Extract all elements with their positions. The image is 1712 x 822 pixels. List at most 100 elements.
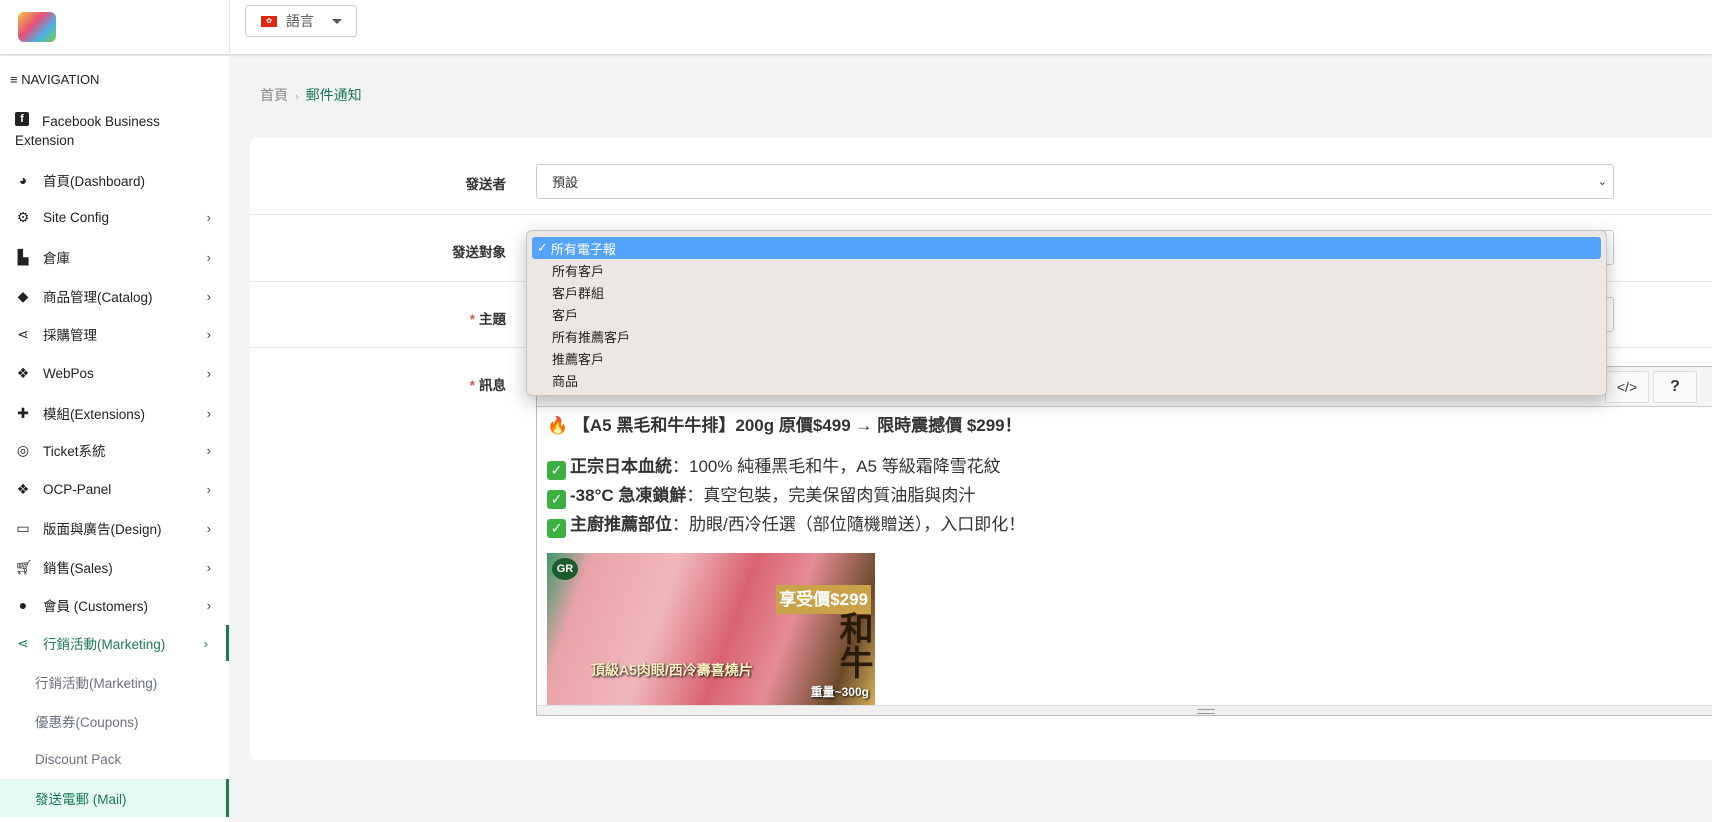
bullet: ✓ -38°C 急凍鎖鮮：真空包裝，完美保留肉質油脂與肉汁 [547,481,1712,510]
message-label-text: 訊息 [479,378,506,393]
sidebar-item-label: 採購管理 [43,328,97,343]
option-all-customers[interactable]: 所有客戶 [532,259,1601,281]
sidebar-item-sales[interactable]: 🛒︎ 銷售(Sales) › [0,549,229,585]
option-all-newsletter[interactable]: ✓ 所有電子報 [532,237,1601,259]
top-bar: ✿ 語言 [0,0,1712,55]
check-icon: ✓ [537,240,548,255]
bullet-text: ：100% 純種黑毛和牛，A5 等級霜降雪花紋 [672,457,1001,476]
breadcrumb-current: 郵件通知 [305,87,362,103]
chevron-right-icon: › [206,597,211,613]
breadcrumb: 首頁 › 郵件通知 [260,85,362,105]
sidebar-item-label: Site Config [43,209,110,225]
sidebar-item-marketing[interactable]: ⋖ 行銷活動(Marketing) › [0,625,229,661]
sidebar-subitem-coupons[interactable]: 優惠券(Coupons) [0,702,229,740]
sidebar-item-label: 版面與廣告(Design) [43,522,162,537]
sidebar-item-ocp-panel[interactable]: ❖ OCP-Panel › [0,471,229,507]
sidebar-item-site-config[interactable]: ⚙ Site Config › [0,199,229,235]
sidebar-item-warehouse[interactable]: ▙ 倉庫 › [0,239,229,275]
cubes-icon: ❖ [16,480,30,497]
sidebar-item-customers[interactable]: ● 會員 (Customers) › [0,587,229,623]
sender-label: 發送者 [465,177,507,192]
sidebar-item-label: 商品管理(Catalog) [43,290,153,305]
language-dropdown[interactable]: ✿ 語言 [245,5,357,37]
required-mark: * [469,312,475,327]
site-logo[interactable] [18,12,56,42]
sidebar-item-facebook[interactable]: f Facebook Business Extension [0,112,229,156]
bullet: ✓ 主廚推薦部位：肋眼/西冷任選（部位隨機贈送），入口即化！ [547,510,1712,539]
sender-select[interactable]: 預設 ⌄ [536,164,1614,199]
cubes-icon: ❖ [16,364,30,381]
gears-icon: ⚙ [16,208,30,225]
life-ring-icon: ◎ [16,441,30,458]
breadcrumb-home[interactable]: 首頁 [260,87,288,103]
form-row-sender: 發送者 預設 ⌄ [250,138,1712,215]
recipient-label: 發送對象 [452,245,506,260]
option-customer[interactable]: 客戶 [532,303,1601,325]
hong-kong-flag-icon: ✿ [261,15,277,27]
bullet-bold: 正宗日本血統 [570,457,672,476]
subject-label: * 主題 [470,308,506,328]
option-product[interactable]: 商品 [532,369,1601,391]
editor-resize-handle[interactable] [537,705,1712,715]
check-icon: ✓ [547,461,566,480]
sidebar-item-label: 會員 (Customers) [43,599,149,614]
share-icon: ⋖ [17,634,29,651]
sidebar-item-label: Ticket系統 [43,444,106,459]
share-icon: ⋖ [17,325,29,342]
bullet-text: ：真空包裝，完美保留肉質油脂與肉汁 [686,486,976,505]
caret-down-icon [332,18,342,24]
sidebar-subitem-marketing[interactable]: 行銷活動(Marketing) [0,663,229,701]
cart-icon: 🛒︎ [15,558,33,575]
language-label: 語言 [286,13,314,29]
chevron-right-icon: › [206,481,211,497]
gr-badge: GR [552,558,578,580]
image-caption: 頂級A5肉眼/西冷壽喜燒片 [591,662,753,678]
code-view-button[interactable]: </> [1605,371,1649,403]
sidebar-item-purchasing[interactable]: ⋖ 採購管理 › [0,316,229,352]
sidebar-item-ticket[interactable]: ◎ Ticket系統 › [0,432,229,468]
bullet-text: ：肋眼/西冷任選（部位隨機贈送），入口即化！ [672,515,1026,534]
option-all-referral-customers[interactable]: 所有推薦客戶 [532,325,1601,347]
headline-text: 【A5 黑毛和牛牛排】200g 原價$499 → 限時震撼價 $299！ [572,416,1022,435]
subject-label-text: 主題 [479,312,506,327]
option-referral-customer[interactable]: 推薦客戶 [532,347,1601,369]
sidebar-subitem-discount-pack[interactable]: Discount Pack [0,740,229,778]
message-label: * 訊息 [470,374,506,394]
nav-title: ≡ NAVIGATION [10,72,100,87]
required-mark: * [469,378,475,393]
headline: 🔥 【A5 黑毛和牛牛排】200g 原價$499 → 限時震撼價 $299！ [547,411,1712,440]
fire-icon: 🔥 [547,416,569,435]
sidebar-item-design[interactable]: ▭ 版面與廣告(Design) › [0,510,229,546]
chevron-right-icon: › [203,635,208,651]
chevron-right-icon: › [206,288,211,304]
sender-value: 預設 [552,175,579,190]
help-button[interactable]: ? [1653,371,1697,403]
sidebar-item-extensions[interactable]: ✚ 模組(Extensions) › [0,395,229,431]
sidebar-item-label: OCP-Panel [43,481,112,497]
sidebar-subitem-mail[interactable]: 發送電郵 (Mail) [0,779,229,817]
editor-content[interactable]: 🔥 【A5 黑毛和牛牛排】200g 原價$499 → 限時震撼價 $299！ ✓… [537,407,1712,713]
chevron-right-icon: › [206,442,211,458]
sidebar-item-dashboard[interactable]: ◕ 首頁(Dashboard) [0,162,229,198]
chevron-right-icon: › [206,520,211,536]
chevron-right-icon: › [206,405,211,421]
sidebar-item-webpos[interactable]: ❖ WebPos › [0,355,229,391]
chevron-down-icon: ⌄ [1597,176,1607,188]
sidebar-item-label: WebPos [43,365,94,381]
image-price: 享受價$299 [776,585,871,614]
user-icon: ● [18,597,28,613]
sidebar-item-catalog[interactable]: ◆ 商品管理(Catalog) › [0,278,229,314]
message-editor[interactable]: </> ? 🔥 【A5 黑毛和牛牛排】200g 原價$499 → 限時震撼價 $… [536,366,1712,716]
option-customer-group[interactable]: 客戶群組 [532,281,1601,303]
image-wagyu: 和牛 [833,611,873,679]
divider [229,0,230,55]
sidebar-item-label: 銷售(Sales) [43,561,113,576]
bullet-bold: 主廚推薦部位 [570,515,672,534]
check-icon: ✓ [547,490,566,509]
wagyu-promo-image[interactable]: GR 享受價$299 和牛 頂級A5肉眼/西冷壽喜燒片 重量~300g [547,553,875,709]
bullet: ✓ 正宗日本血統：100% 純種黑毛和牛，A5 等級霜降雪花紋 [547,452,1712,481]
image-weight: 重量~300g [810,685,869,699]
check-icon: ✓ [547,519,566,538]
sidebar-item-label: 首頁(Dashboard) [43,174,146,189]
chevron-right-icon: › [206,559,211,575]
